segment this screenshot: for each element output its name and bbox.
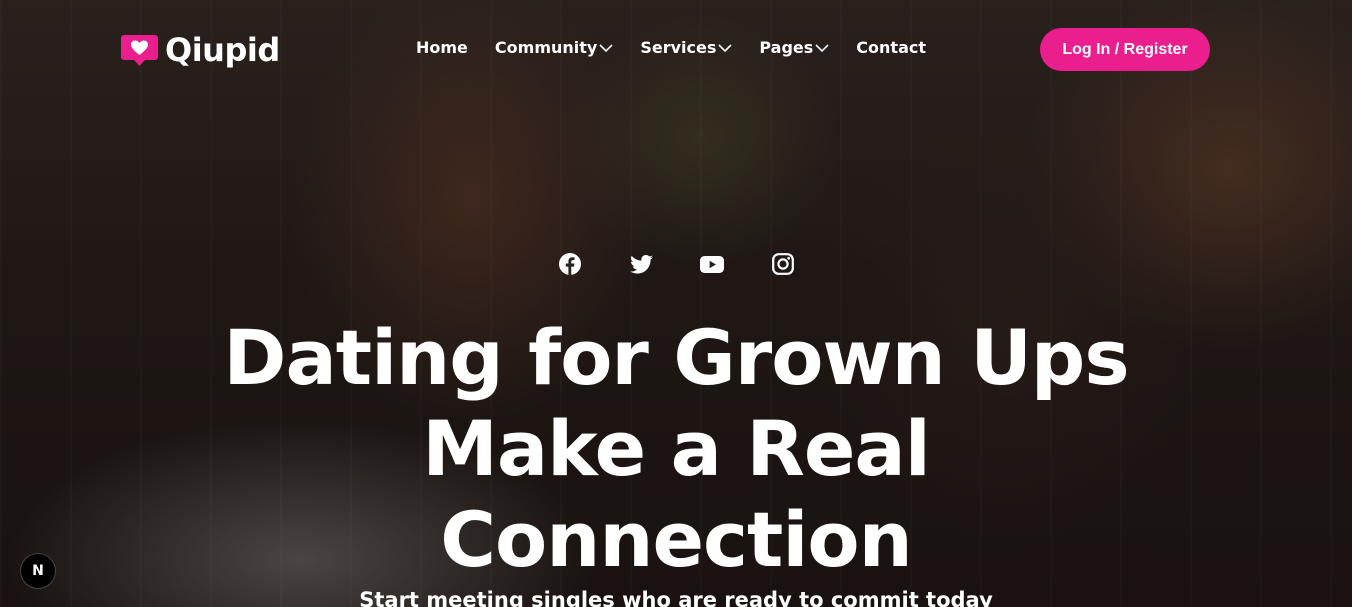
hero-subline: Start meeting singles who are ready to c… <box>359 588 993 607</box>
hero-section: Qiupid Home Community Services Pages Con… <box>0 0 1352 607</box>
chevron-down-icon <box>815 43 829 52</box>
login-register-button[interactable]: Log In / Register <box>1040 28 1210 71</box>
youtube-icon[interactable] <box>700 252 724 276</box>
nav-item-services[interactable]: Services <box>640 38 732 57</box>
nav-item-label: Contact <box>856 38 926 57</box>
heart-chat-logo-icon <box>121 35 158 66</box>
twitter-icon[interactable] <box>629 252 653 276</box>
brand-logo[interactable]: Qiupid <box>121 31 280 69</box>
nav-item-label: Home <box>416 38 468 57</box>
instagram-icon[interactable] <box>771 252 795 276</box>
nav-item-label: Community <box>494 38 598 57</box>
brand-name: Qiupid <box>165 31 280 69</box>
dev-tools-badge[interactable]: N <box>20 553 56 589</box>
nav-item-contact[interactable]: Contact <box>856 38 926 57</box>
nav-item-label: Services <box>640 38 717 57</box>
social-links <box>558 252 795 276</box>
headline-line: Make a Real <box>422 404 931 493</box>
nav-item-pages[interactable]: Pages <box>759 38 829 57</box>
hero-headline: Dating for Grown Ups Make a Real Connect… <box>0 312 1352 585</box>
nav-item-home[interactable]: Home <box>416 38 468 57</box>
chevron-down-icon <box>718 43 732 52</box>
main-nav: Home Community Services Pages Contact <box>416 38 953 57</box>
headline-line: Dating for Grown Ups <box>223 313 1129 402</box>
nav-item-label: Pages <box>759 38 814 57</box>
chevron-down-icon <box>599 43 613 52</box>
nav-item-community[interactable]: Community <box>495 38 613 57</box>
headline-line: Connection <box>440 495 913 584</box>
facebook-icon[interactable] <box>558 252 582 276</box>
